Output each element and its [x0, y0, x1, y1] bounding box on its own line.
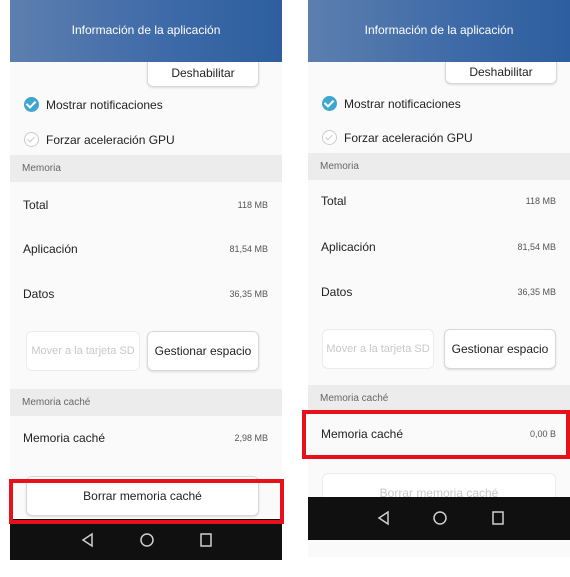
- force-gpu-checkbox[interactable]: [24, 132, 39, 147]
- manage-space-button[interactable]: Gestionar espacio: [147, 331, 259, 371]
- app-info-content: Deshabilitar Mostrar notificaciones Forz…: [10, 62, 282, 519]
- show-notifications-checkbox[interactable]: [24, 97, 39, 112]
- cache-section-header: Memoria caché: [308, 385, 570, 412]
- home-icon[interactable]: [127, 519, 167, 560]
- force-gpu-checkbox[interactable]: [322, 130, 337, 145]
- memory-section-header: Memoria: [10, 155, 282, 182]
- memory-row-total: Total 118 MB: [308, 180, 570, 224]
- clear-cache-highlight: [9, 479, 284, 524]
- row-label: Memoria caché: [23, 431, 106, 445]
- memory-row-data: Datos 36,35 MB: [10, 273, 282, 317]
- row-label: Total: [321, 194, 347, 208]
- memory-row-total: Total 118 MB: [10, 184, 282, 228]
- cache-section-label: Memoria caché: [320, 393, 389, 404]
- row-value: 118 MB: [237, 200, 268, 210]
- right-phone-screen: Información de la aplicación Deshabilita…: [308, 0, 570, 557]
- memory-row-application: Aplicación 81,54 MB: [308, 226, 570, 270]
- row-label: Datos: [23, 287, 55, 301]
- move-to-sd-button: Mover a la tarjeta SD: [26, 331, 140, 371]
- home-icon[interactable]: [420, 497, 460, 540]
- cache-section-label: Memoria caché: [22, 397, 91, 408]
- row-label: Aplicación: [321, 240, 376, 254]
- page-title: Información de la aplicación: [71, 23, 221, 37]
- show-notifications-label: Mostrar notificaciones: [46, 98, 163, 112]
- recents-icon[interactable]: [186, 519, 226, 560]
- cache-row: Memoria caché 2,98 MB: [10, 417, 282, 461]
- row-value: 2,98 MB: [234, 433, 268, 443]
- back-icon[interactable]: [68, 519, 108, 560]
- cache-section-header: Memoria caché: [10, 389, 282, 416]
- row-value: 36,35 MB: [229, 289, 268, 299]
- force-gpu-label: Forzar aceleración GPU: [46, 133, 175, 147]
- memory-section-header: Memoria: [308, 153, 570, 180]
- row-value: 36,35 MB: [517, 287, 556, 297]
- disable-button[interactable]: Deshabilitar: [147, 62, 259, 87]
- page-title: Información de la aplicación: [364, 23, 514, 37]
- android-navbar: [308, 497, 570, 540]
- row-value: 118 MB: [525, 196, 556, 206]
- memory-section-label: Memoria: [22, 163, 61, 174]
- memory-row-application: Aplicación 81,54 MB: [10, 228, 282, 272]
- recents-icon[interactable]: [478, 497, 518, 540]
- row-label: Datos: [321, 285, 353, 299]
- cache-row-highlight: [302, 410, 570, 459]
- memory-row-data: Datos 36,35 MB: [308, 271, 570, 315]
- app-info-titlebar: Información de la aplicación: [10, 0, 282, 62]
- left-phone-screen: Información de la aplicación Deshabilita…: [10, 0, 282, 560]
- show-notifications-label: Mostrar notificaciones: [344, 97, 461, 111]
- back-icon[interactable]: [364, 497, 404, 540]
- row-value: 81,54 MB: [517, 242, 556, 252]
- row-value: 81,54 MB: [229, 244, 268, 254]
- row-label: Aplicación: [23, 242, 78, 256]
- show-notifications-checkbox[interactable]: [322, 96, 337, 111]
- disable-button[interactable]: Deshabilitar: [445, 62, 557, 84]
- app-info-titlebar: Información de la aplicación: [308, 0, 570, 62]
- force-gpu-label: Forzar aceleración GPU: [344, 131, 473, 145]
- android-navbar: [10, 519, 282, 560]
- memory-section-label: Memoria: [320, 161, 359, 172]
- manage-space-button[interactable]: Gestionar espacio: [444, 329, 556, 369]
- row-label: Total: [23, 198, 49, 212]
- move-to-sd-button: Mover a la tarjeta SD: [322, 329, 434, 369]
